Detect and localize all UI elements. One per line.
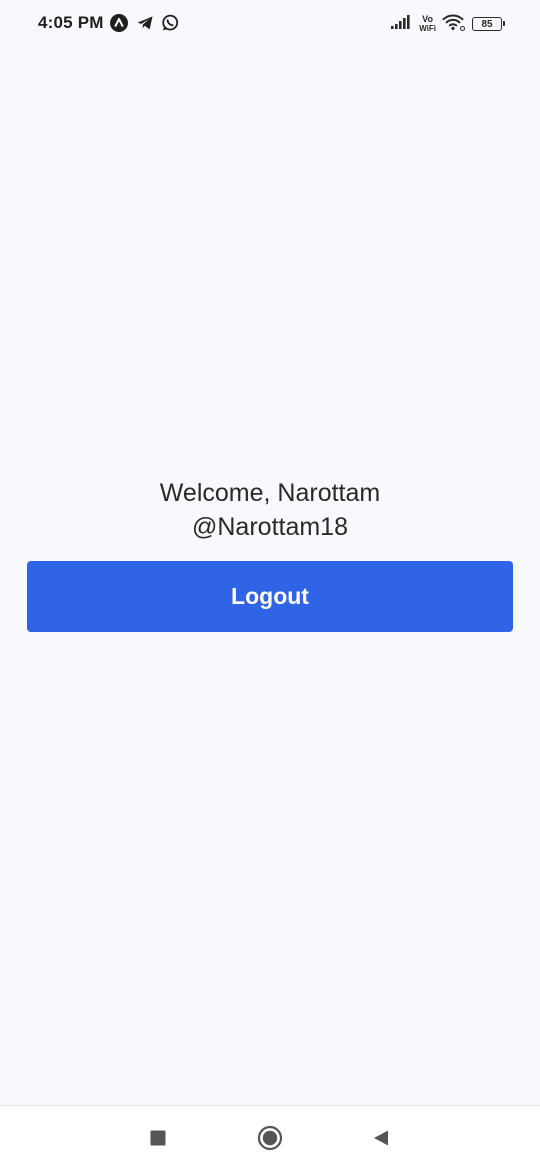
battery-level: 85: [481, 18, 493, 30]
battery-icon: 85: [472, 17, 505, 31]
telegram-icon: [136, 14, 154, 32]
welcome-username: @Narottam18: [192, 513, 348, 541]
welcome-name: Welcome, Narottam: [159, 479, 381, 507]
signal-icon: [391, 14, 413, 35]
home-icon[interactable]: [257, 1125, 283, 1151]
back-icon[interactable]: [368, 1125, 394, 1151]
app-a-icon: [110, 14, 128, 32]
welcome-message: Welcome, Narottam @Narottam18: [0, 476, 540, 544]
vowifi-top: Vo: [422, 14, 434, 24]
recent-apps-icon[interactable]: [145, 1125, 171, 1151]
status-bar: 4:05 PM Vo WiFi 85: [0, 0, 540, 48]
vowifi-icon: Vo WiFi: [419, 14, 436, 34]
vowifi-bottom: WiFi: [419, 24, 436, 33]
whatsapp-icon: [161, 14, 179, 32]
wifi-icon: [442, 13, 466, 36]
status-right-group: Vo WiFi 85: [391, 13, 505, 36]
navigation-bar: [0, 1105, 540, 1170]
logout-button[interactable]: Logout: [27, 561, 513, 632]
status-time: 4:05 PM: [38, 13, 104, 32]
